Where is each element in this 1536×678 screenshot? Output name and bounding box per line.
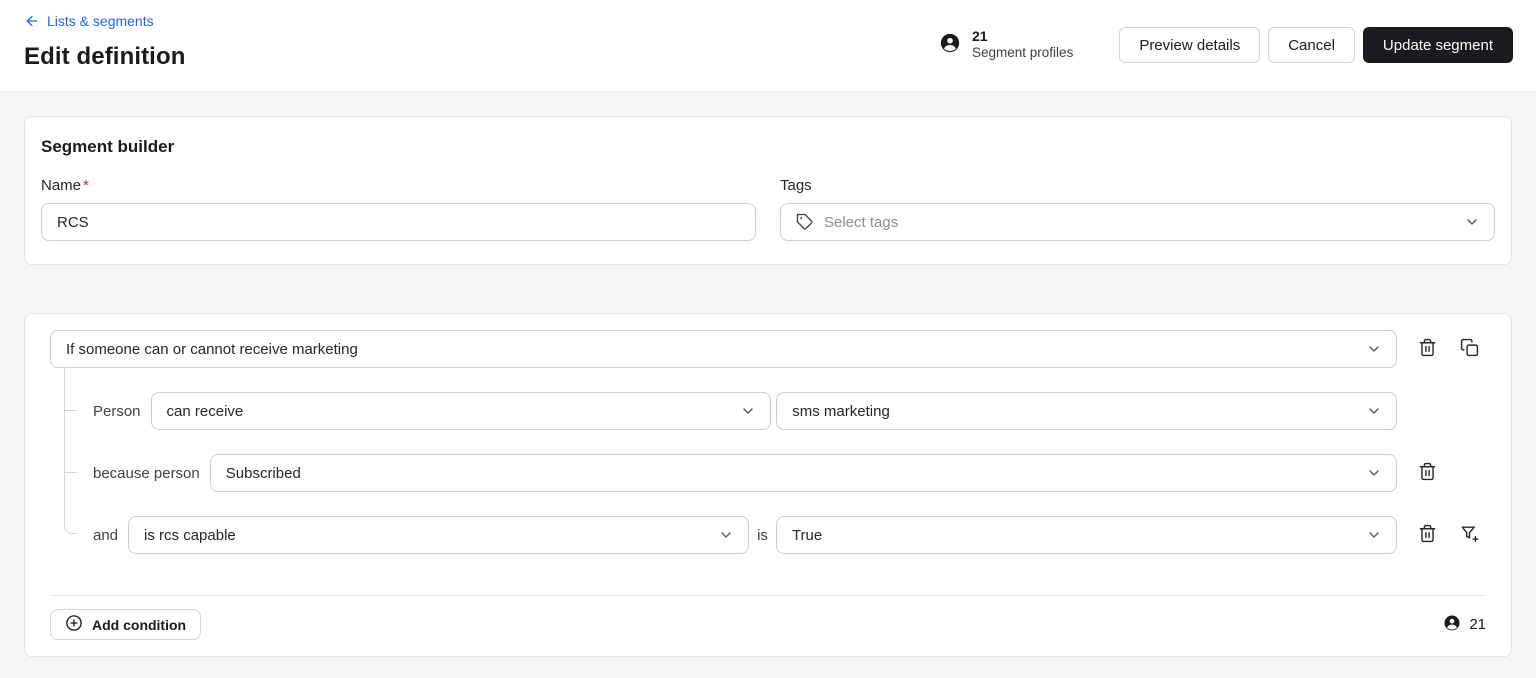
person-row-label: Person: [93, 402, 141, 420]
condition-profile-count-value: 21: [1469, 616, 1486, 633]
marketing-channel-select[interactable]: sms marketing: [776, 392, 1397, 430]
duplicate-condition-button[interactable]: [1459, 338, 1479, 360]
comparator-label: is: [757, 526, 768, 544]
add-condition-button[interactable]: Add condition: [50, 609, 202, 640]
update-segment-button[interactable]: Update segment: [1362, 27, 1513, 63]
segment-builder-form: Name* Tags Select tags: [41, 177, 1495, 241]
consent-row-actions: [1417, 462, 1486, 484]
trigger-row-actions: [1417, 338, 1486, 360]
name-label: Name: [41, 177, 82, 194]
property-row-actions: [1417, 524, 1486, 546]
cancel-button[interactable]: Cancel: [1268, 27, 1355, 63]
copy-icon: [1460, 338, 1479, 360]
profile-count-label: Segment profiles: [972, 45, 1074, 61]
arrow-left-icon: [24, 13, 40, 29]
trash-icon: [1418, 524, 1437, 546]
delete-consent-filter-button[interactable]: [1417, 462, 1437, 484]
marketing-channel-value: sms marketing: [792, 402, 890, 420]
header-left: Lists & segments Edit definition: [24, 13, 185, 71]
page-title: Edit definition: [24, 43, 186, 70]
segment-name-input[interactable]: [41, 203, 756, 241]
condition-trigger-row: If someone can or cannot receive marketi…: [50, 330, 1486, 368]
plus-circle-icon: [65, 614, 83, 635]
chevron-down-icon: [1366, 341, 1382, 357]
tag-icon: [796, 213, 814, 231]
chevron-down-icon: [1366, 527, 1382, 543]
condition-type-value: If someone can or cannot receive marketi…: [66, 340, 358, 358]
tags-select[interactable]: Select tags: [780, 203, 1495, 241]
condition-consent-row: because person Subscribed: [50, 454, 1486, 492]
profile-count: 21: [972, 27, 988, 44]
tags-placeholder: Select tags: [824, 213, 899, 231]
tags-field-group: Tags Select tags: [780, 177, 1495, 241]
condition-builder-card: If someone can or cannot receive marketi…: [24, 313, 1512, 657]
chevron-down-icon: [1366, 465, 1382, 481]
property-row-label: and: [93, 526, 119, 544]
consent-operator-select[interactable]: can receive: [150, 392, 772, 430]
person-icon: [1443, 614, 1461, 636]
header: Lists & segments Edit definition 21 Segm…: [0, 0, 1536, 91]
name-field-group: Name *: [41, 177, 756, 241]
consent-operator-value: can receive: [166, 402, 244, 420]
condition-person-row: Person can receive sms marketing: [50, 392, 1486, 430]
content-area: Segment builder Name* Tags Select tags: [0, 91, 1536, 678]
consent-status-value: Subscribed: [225, 464, 301, 482]
property-field-select[interactable]: is rcs capable: [128, 516, 750, 554]
required-asterisk: *: [83, 177, 89, 194]
delete-property-filter-button[interactable]: [1417, 524, 1437, 546]
consent-row-label: because person: [93, 464, 200, 482]
delete-condition-button[interactable]: [1417, 338, 1437, 360]
condition-profile-count: 21: [1443, 614, 1486, 636]
header-actions: 21 Segment profiles Preview details Canc…: [939, 27, 1513, 63]
segment-builder-card: Segment builder Name* Tags Select tags: [24, 116, 1512, 265]
back-link-label: Lists & segments: [47, 13, 154, 29]
condition-footer: Add condition 21: [50, 595, 1486, 656]
tags-label: Tags: [780, 177, 812, 194]
property-value-select[interactable]: True: [775, 516, 1397, 554]
segment-builder-title: Segment builder: [41, 137, 175, 156]
segment-profiles-summary: 21 Segment profiles: [939, 28, 1073, 62]
add-nested-filter-button[interactable]: [1459, 525, 1479, 545]
person-icon: [939, 32, 961, 59]
add-condition-label: Add condition: [92, 616, 187, 633]
property-field-value: is rcs capable: [144, 526, 236, 544]
consent-status-select[interactable]: Subscribed: [209, 454, 1397, 492]
edit-definition-page: Lists & segments Edit definition 21 Segm…: [0, 0, 1536, 678]
chevron-down-icon: [718, 527, 734, 543]
filter-plus-icon: [1460, 524, 1479, 546]
chevron-down-icon: [1464, 214, 1480, 230]
trash-icon: [1418, 462, 1437, 484]
preview-details-button[interactable]: Preview details: [1119, 27, 1261, 63]
chevron-down-icon: [1366, 403, 1382, 419]
back-link[interactable]: Lists & segments: [24, 13, 154, 29]
property-value: True: [791, 526, 823, 544]
condition-property-row: and is rcs capable is True: [50, 516, 1486, 554]
condition-body: If someone can or cannot receive marketi…: [25, 314, 1511, 554]
trash-icon: [1418, 338, 1437, 360]
condition-type-select[interactable]: If someone can or cannot receive marketi…: [50, 330, 1397, 368]
chevron-down-icon: [740, 403, 756, 419]
